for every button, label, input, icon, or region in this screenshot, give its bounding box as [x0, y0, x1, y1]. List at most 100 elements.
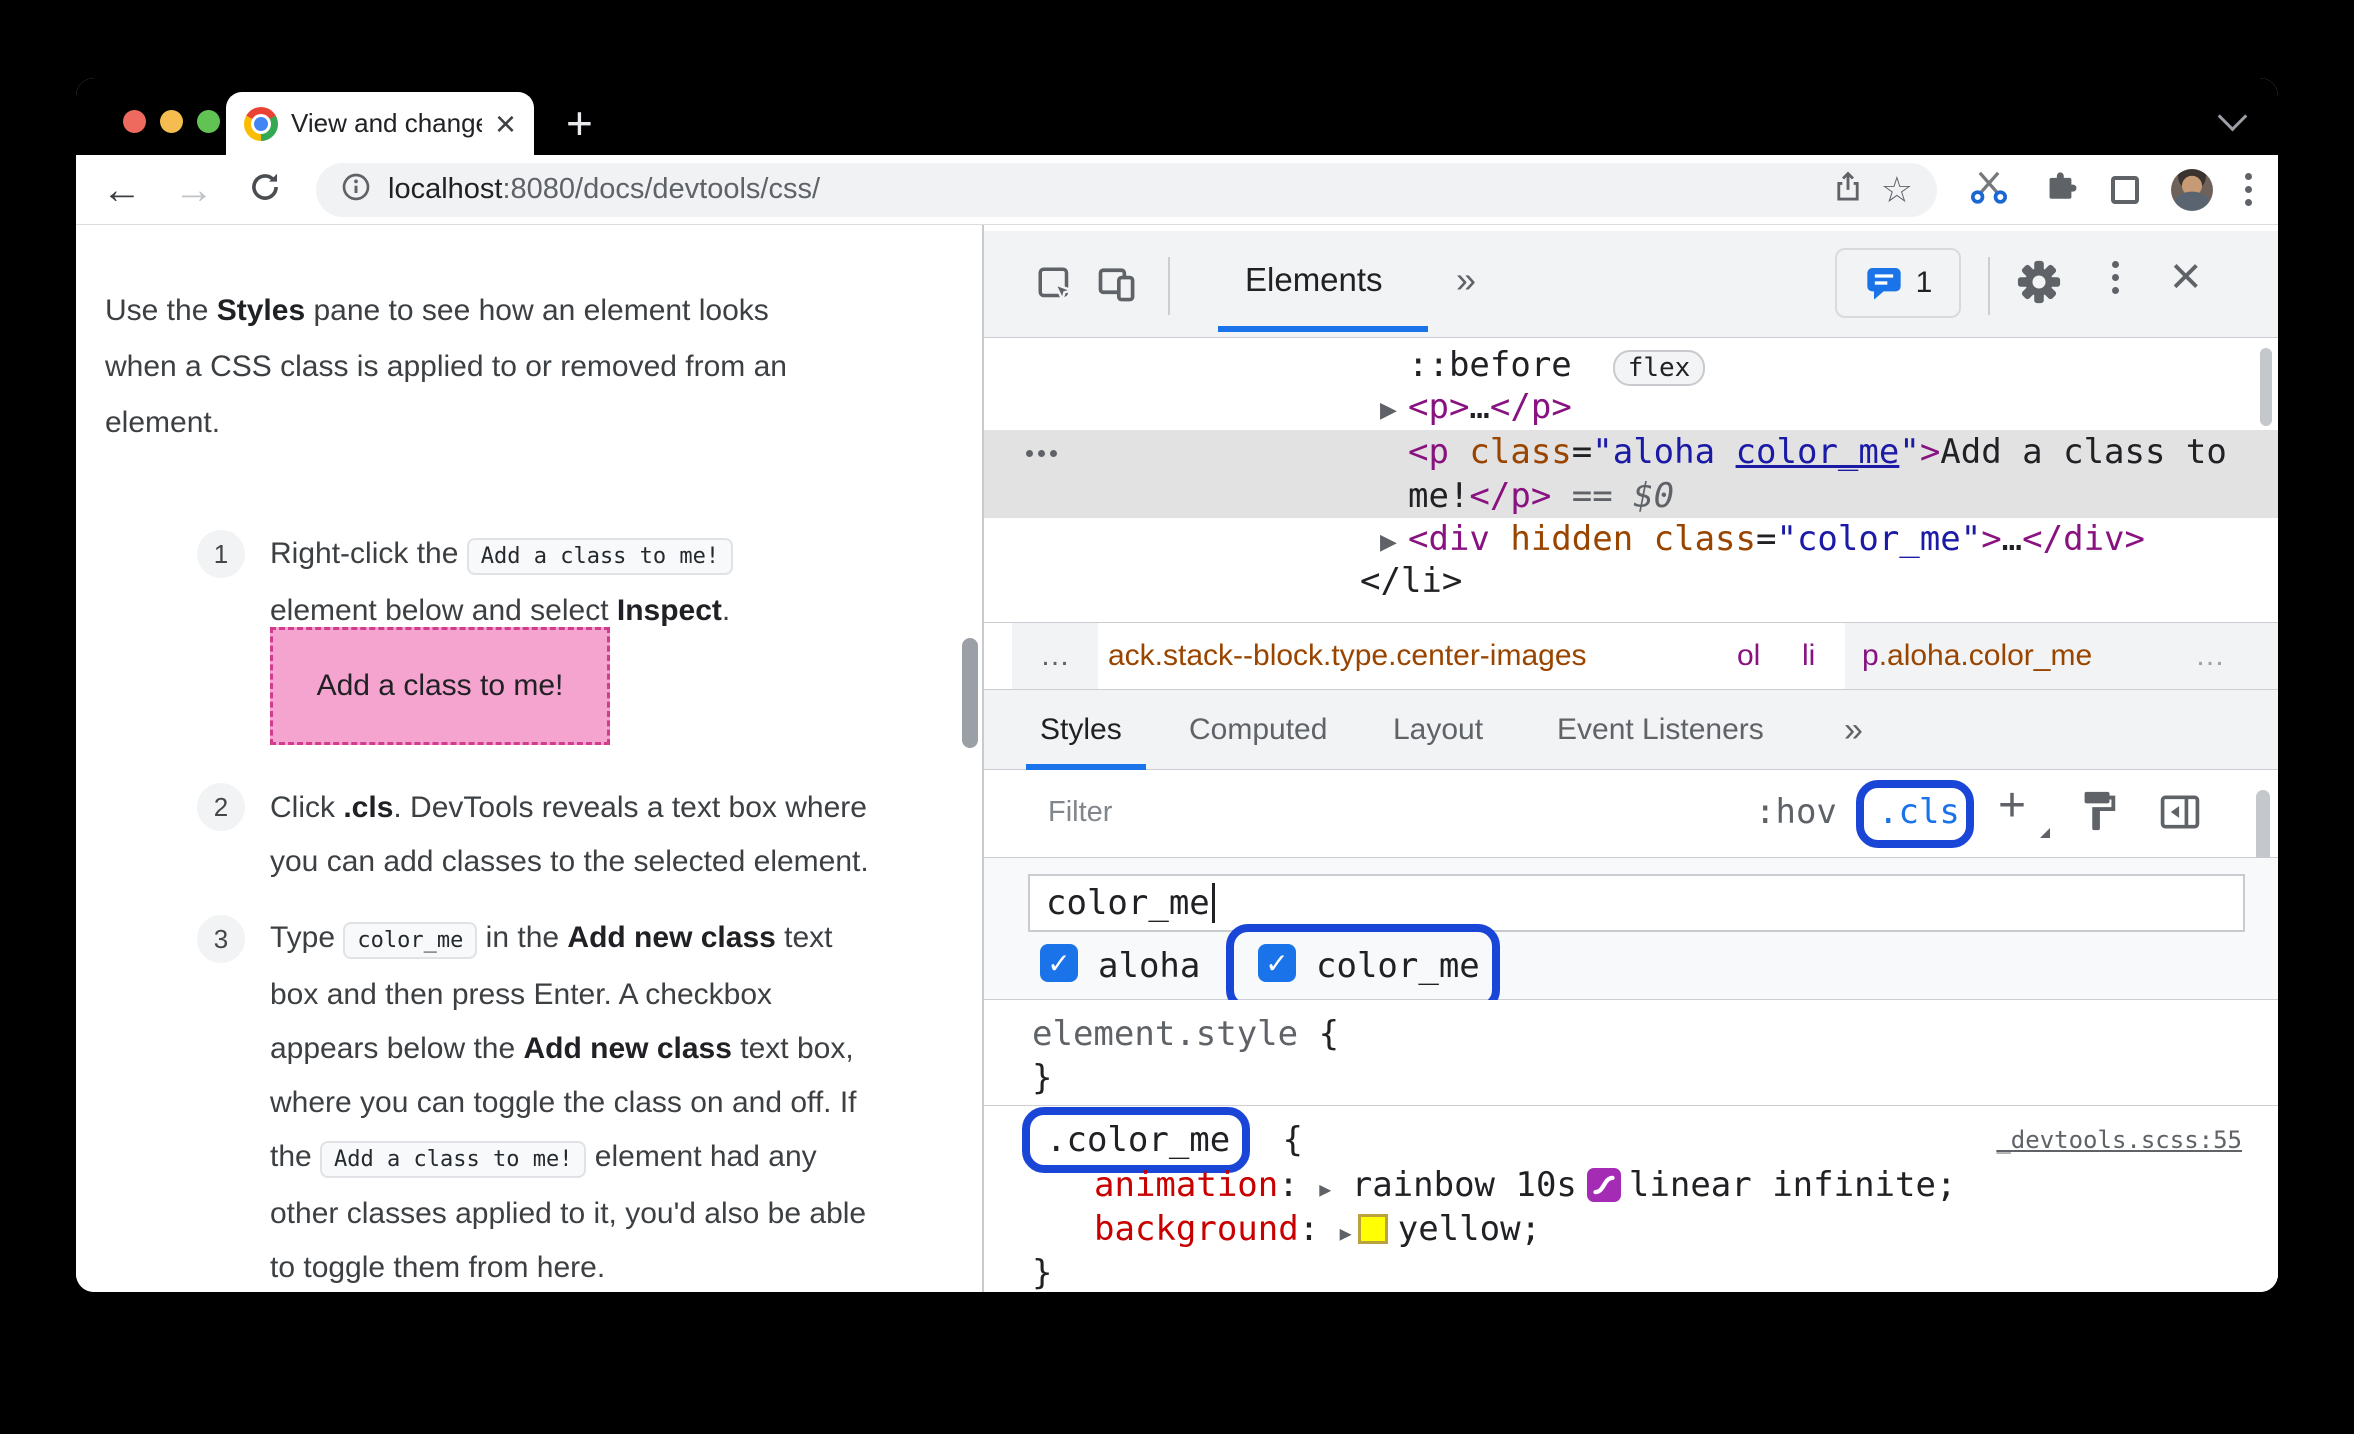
breadcrumb-overflow-right[interactable]: …: [2195, 639, 2225, 673]
devtools-close-icon[interactable]: ×: [2170, 245, 2202, 307]
filter-input[interactable]: Filter: [1048, 796, 1112, 829]
add-class-input[interactable]: color_me: [1028, 874, 2245, 932]
window-maximize-button[interactable]: [197, 110, 220, 133]
forward-button: →: [174, 167, 214, 212]
rule-open-brace: {: [1262, 1120, 1303, 1160]
inline-code: color_me: [343, 922, 478, 959]
breadcrumb-item[interactable]: ack.stack--block.type.center-images: [1108, 623, 1587, 689]
bookmark-star-icon[interactable]: ☆: [1881, 171, 1913, 208]
new-style-rule-button[interactable]: +: [1998, 778, 2026, 833]
colorme-selector-line: .color_me: [1046, 1118, 1230, 1162]
pseudo-element-node[interactable]: ::before flex: [1408, 343, 1706, 390]
element-style-close: }: [1032, 1058, 1053, 1098]
colorme-selector[interactable]: .color_me: [1046, 1120, 1230, 1160]
breadcrumb-overflow-left[interactable]: …: [1012, 623, 1098, 689]
toolbar-separator: [1168, 257, 1170, 315]
settings-gear-icon[interactable]: [2016, 259, 2062, 310]
browser-toolbar: ← → localhost:8080/docs/devtools/css/ ☆: [76, 155, 2278, 225]
class-checkbox-colorme[interactable]: ✓: [1258, 944, 1296, 982]
window-close-button[interactable]: [123, 110, 146, 133]
expand-value-icon[interactable]: ▶: [1319, 1177, 1331, 1201]
reload-button[interactable]: [246, 168, 284, 211]
url-text: localhost:8080/docs/devtools/css/: [388, 173, 821, 205]
bezier-editor-icon[interactable]: [1586, 1168, 1621, 1202]
scissors-extension-icon[interactable]: [1969, 167, 2009, 212]
step-1-text: Right-click the Add a class to me! eleme…: [270, 527, 930, 638]
back-button[interactable]: ←: [102, 170, 142, 210]
devtools-header: Elements » 1 ×: [984, 231, 2278, 338]
browser-window: View and change CSS - Chrome × + ← → loc…: [76, 78, 2278, 1292]
element-style-rule: element.style { }: [984, 1000, 2278, 1106]
rule-close-brace: }: [1032, 1253, 1053, 1292]
issues-bubble-icon: [1866, 268, 1901, 300]
extensions-puzzle-icon[interactable]: [2041, 168, 2079, 211]
tab-elements[interactable]: Elements: [1245, 261, 1383, 299]
toggle-element-classes[interactable]: .cls: [1878, 792, 1960, 832]
class-checkbox-aloha[interactable]: ✓: [1040, 944, 1078, 982]
step-3-text: Type color_me in the Add new class text …: [270, 921, 867, 1284]
tab-computed[interactable]: Computed: [1189, 690, 1327, 770]
toggle-hover-state[interactable]: :hov: [1755, 792, 1837, 832]
browser-menu-icon[interactable]: [2245, 173, 2252, 206]
expand-arrow-icon[interactable]: ▶: [1380, 529, 1397, 555]
inline-code: Add a class to me!: [320, 1141, 587, 1178]
devtools-menu-icon[interactable]: [2112, 261, 2119, 294]
more-actions-icon[interactable]: [1026, 450, 1057, 457]
page-content: Use the Styles pane to see how an elemen…: [76, 225, 982, 1292]
background-property[interactable]: background: ▶ yellow;: [1094, 1207, 1541, 1255]
page-scrollbar[interactable]: [962, 638, 978, 748]
content-area: Use the Styles pane to see how an elemen…: [76, 225, 2278, 1292]
demo-element[interactable]: Add a class to me!: [270, 627, 610, 745]
flex-badge[interactable]: flex: [1612, 350, 1706, 386]
breadcrumb-item[interactable]: ol: [1737, 623, 1760, 689]
dom-scrollbar[interactable]: [2260, 348, 2272, 426]
expand-value-icon[interactable]: ▶: [1340, 1221, 1352, 1245]
expand-arrow-icon[interactable]: ▶: [1380, 397, 1397, 423]
styles-filter-bar: Filter :hov .cls +: [984, 770, 2278, 858]
li-close-node[interactable]: </li>: [1360, 559, 1462, 603]
side-panel-icon[interactable]: [2111, 175, 2139, 204]
tab-event-listeners[interactable]: Event Listeners: [1557, 690, 1764, 770]
element-style-selector[interactable]: element.style: [1032, 1014, 1298, 1054]
step-number-3: 3: [197, 915, 245, 963]
device-toolbar-icon[interactable]: [1095, 262, 1139, 311]
colorme-rule: .color_me { _devtools.scss:55 animation:…: [984, 1106, 2278, 1292]
inline-code: Add a class to me!: [466, 538, 734, 575]
address-bar[interactable]: localhost:8080/docs/devtools/css/ ☆: [316, 162, 1937, 217]
step-number-1: 1: [197, 530, 245, 578]
selected-node-line-2: me!</p> == $0: [1408, 476, 1675, 516]
step-2-text: Click .cls. DevTools reveals a text box …: [270, 791, 869, 878]
tab-search-chevron-icon[interactable]: [2217, 101, 2248, 132]
tab-layout[interactable]: Layout: [1393, 690, 1483, 770]
share-icon[interactable]: [1831, 170, 1865, 209]
site-info-icon[interactable]: [340, 171, 372, 208]
source-file-link[interactable]: _devtools.scss:55: [1996, 1126, 2242, 1154]
toolbar-separator: [1988, 257, 1990, 315]
breadcrumb-item-selected[interactable]: p.aloha.color_me …: [1845, 623, 2278, 689]
active-tab-underline: [1218, 326, 1428, 332]
issues-counter[interactable]: 1: [1835, 248, 1961, 318]
hidden-div-node[interactable]: <div hidden class="color_me">…</div>: [1408, 517, 2145, 561]
inspect-icon[interactable]: [1035, 264, 1077, 311]
collapsed-p-node[interactable]: <p>…</p>: [1408, 385, 1572, 429]
color-swatch[interactable]: [1357, 1214, 1388, 1244]
class-editor: color_me ✓ aloha ✓ color_me: [984, 858, 2278, 1012]
paint-format-icon[interactable]: [2075, 788, 2121, 839]
new-tab-button[interactable]: +: [566, 96, 593, 150]
dock-side-icon[interactable]: [2158, 790, 2202, 839]
more-tabs-icon[interactable]: »: [1844, 690, 1863, 770]
window-minimize-button[interactable]: [160, 110, 183, 133]
more-panels-icon[interactable]: »: [1456, 259, 1476, 301]
browser-tab[interactable]: View and change CSS - Chrome ×: [226, 92, 534, 155]
tab-styles[interactable]: Styles: [1040, 690, 1122, 770]
devtools-panel: Elements » 1 × ::before flex ▶ <p>…</p> …: [984, 225, 2278, 1292]
profile-avatar[interactable]: [2171, 168, 2213, 211]
element-style-selector-line: element.style {: [1032, 1014, 1340, 1054]
new-rule-dropdown-triangle: [2040, 828, 2050, 838]
tab-close-icon[interactable]: ×: [495, 105, 516, 142]
styles-pane-tabs: Styles Computed Layout Event Listeners »: [984, 690, 2278, 770]
breadcrumb-item[interactable]: li: [1802, 623, 1815, 689]
animation-property[interactable]: animation: ▶ rainbow 10s linear infinite;: [1094, 1163, 1956, 1211]
chrome-logo-icon: [244, 106, 278, 141]
text-caret: [1211, 883, 1215, 923]
